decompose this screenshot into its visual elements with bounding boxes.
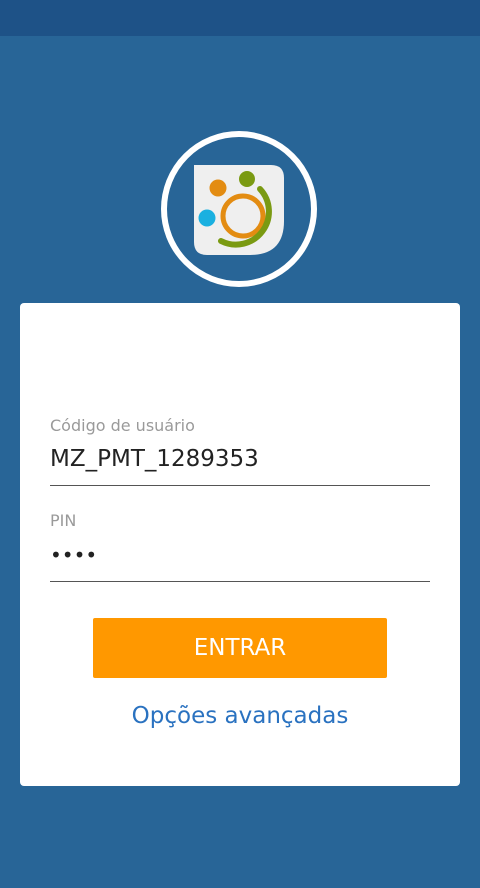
user-code-underline [50,485,430,486]
pin-label: PIN [50,511,77,530]
pin-input[interactable]: •••• [50,543,97,567]
user-code-label: Código de usuário [50,416,195,435]
pin-underline [50,581,430,582]
login-card: Código de usuário MZ_PMT_1289353 PIN •••… [20,303,460,786]
advanced-options-link[interactable]: Opções avançadas [20,703,460,729]
login-button[interactable]: ENTRAR [93,618,387,678]
status-bar [0,0,480,36]
app-logo-icon [159,129,319,289]
user-code-input[interactable]: MZ_PMT_1289353 [50,446,259,472]
